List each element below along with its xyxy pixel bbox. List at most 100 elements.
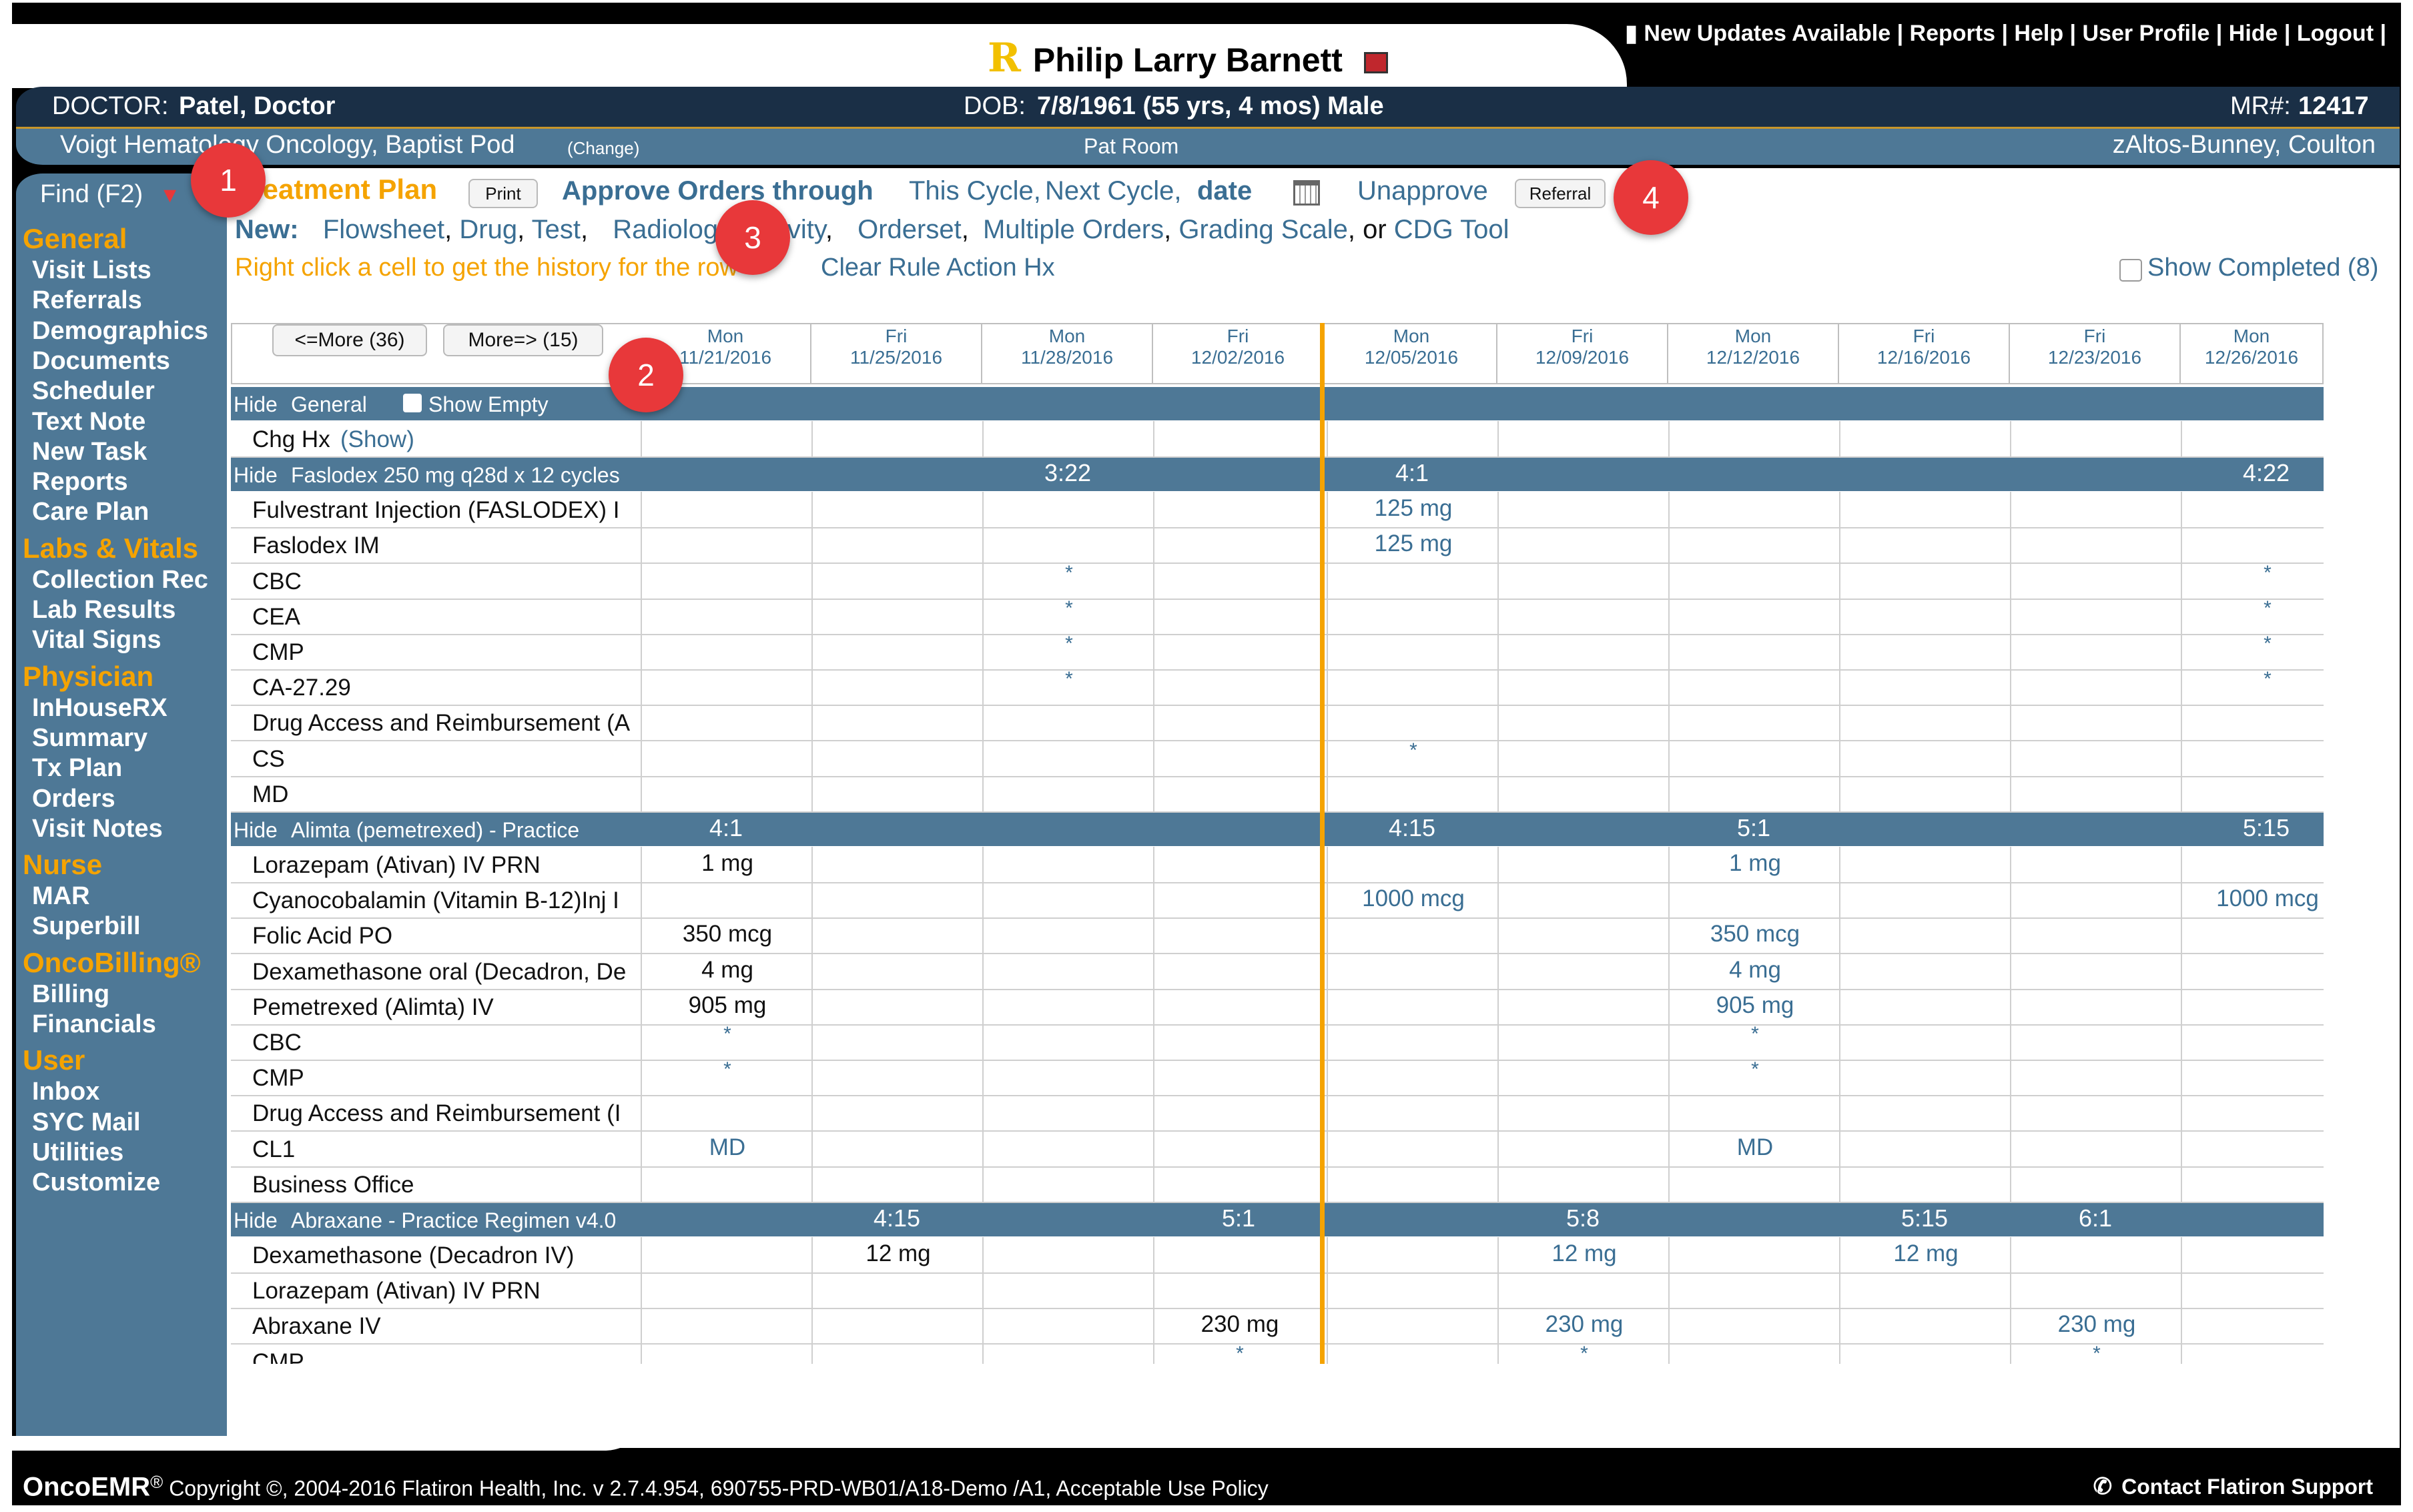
order-cell[interactable] (982, 1095, 1154, 1131)
order-cell[interactable] (982, 492, 1154, 528)
order-cell[interactable] (1327, 1095, 1499, 1131)
order-cell[interactable] (2181, 421, 2353, 456)
section-cycle-cell[interactable]: 4:15 (811, 1204, 982, 1232)
order-cell[interactable] (1839, 1130, 2011, 1166)
order-cell[interactable] (2181, 1308, 2353, 1344)
order-cell[interactable] (2181, 1237, 2353, 1272)
new-radiology-link[interactable]: Radiology (613, 215, 729, 244)
order-cell[interactable] (1153, 917, 1325, 954)
order-cell[interactable] (811, 1166, 984, 1202)
order-cell[interactable] (1327, 1166, 1499, 1202)
sidebar-item-inbox[interactable]: Inbox (32, 1078, 99, 1106)
order-cell[interactable] (1497, 1130, 1670, 1166)
order-cell[interactable] (811, 421, 984, 456)
order-cell[interactable]: 4 mg (1668, 953, 1840, 989)
order-cell[interactable] (811, 988, 984, 1024)
order-cell[interactable] (2010, 1024, 2182, 1060)
order-cell[interactable] (2181, 492, 2353, 528)
order-cell[interactable] (811, 1024, 984, 1060)
order-cell[interactable] (2010, 1130, 2182, 1166)
date-link[interactable]: date (1197, 176, 1252, 206)
order-cell[interactable] (1668, 740, 1840, 776)
order-cell[interactable] (811, 882, 984, 918)
order-cell[interactable] (811, 562, 984, 599)
order-cell[interactable]: 350 mcg (641, 917, 813, 954)
sidebar-item-billing[interactable]: Billing (32, 980, 109, 1009)
order-row[interactable]: Drug Access and Reimbursement (A (231, 705, 2324, 742)
footer-copyright[interactable]: Copyright ©, 2004-2016 Flatiron Health, … (169, 1477, 1269, 1501)
order-cell[interactable]: * (1668, 1060, 1840, 1096)
date-column-header[interactable]: Mon 12/26/2016 (2181, 323, 2324, 384)
order-cell[interactable] (1839, 562, 2011, 599)
order-cell[interactable] (811, 705, 984, 741)
order-cell[interactable] (1497, 917, 1670, 954)
hide-section-link[interactable]: Hide (234, 392, 278, 417)
order-cell[interactable] (1327, 847, 1499, 882)
order-cell[interactable]: 230 mg (1497, 1308, 1670, 1344)
order-cell[interactable] (1839, 1308, 2011, 1344)
order-cell[interactable] (1153, 1095, 1325, 1131)
order-cell[interactable] (1668, 1308, 1840, 1344)
order-cell[interactable] (1497, 669, 1670, 705)
order-cell[interactable] (1153, 1237, 1325, 1272)
order-cell[interactable] (1153, 1166, 1325, 1202)
sidebar-item-inhouserx[interactable]: InHouseRX (32, 694, 167, 723)
order-cell[interactable] (1497, 740, 1670, 776)
order-row[interactable]: Lorazepam (Ativan) IV PRN (231, 1272, 2324, 1310)
order-cell[interactable] (1327, 775, 1499, 811)
order-cell[interactable] (2181, 1272, 2353, 1308)
order-cell[interactable] (1497, 1024, 1670, 1060)
sidebar-item-visit-notes[interactable]: Visit Notes (32, 815, 163, 843)
order-cell[interactable] (811, 847, 984, 882)
order-cell[interactable] (1839, 953, 2011, 989)
order-cell[interactable]: 905 mg (1668, 988, 1840, 1024)
order-row[interactable]: CBC * * (231, 562, 2324, 600)
order-cell[interactable] (811, 1130, 984, 1166)
order-cell[interactable] (1839, 882, 2011, 918)
order-cell[interactable] (982, 917, 1154, 954)
order-cell[interactable] (811, 775, 984, 811)
order-cell[interactable] (982, 1130, 1154, 1166)
order-cell[interactable] (2181, 1095, 2353, 1131)
top-link-help[interactable]: Help (2014, 21, 2063, 46)
order-cell[interactable] (2010, 421, 2182, 456)
order-cell[interactable]: * (982, 669, 1154, 705)
order-cell[interactable] (1153, 634, 1325, 669)
order-row[interactable]: Pemetrexed (Alimta) IV 905 mg 905 mg (231, 988, 2324, 1026)
order-cell[interactable] (1497, 953, 1670, 989)
order-cell[interactable]: 12 mg (811, 1237, 984, 1272)
order-cell[interactable] (2010, 705, 2182, 741)
order-cell[interactable] (1153, 421, 1325, 456)
order-cell[interactable] (982, 1308, 1154, 1344)
top-link-reports[interactable]: Reports (1910, 21, 1995, 46)
order-row[interactable]: CMP * * (231, 634, 2324, 671)
order-cell[interactable] (1327, 1308, 1499, 1344)
change-location-link[interactable]: (Change) (567, 138, 639, 159)
section-cycle-cell[interactable]: 4:15 (1327, 814, 1497, 842)
sidebar-item-demographics[interactable]: Demographics (32, 317, 208, 346)
sidebar-item-financials[interactable]: Financials (32, 1010, 156, 1039)
date-column-header[interactable]: Mon 11/28/2016 (982, 323, 1153, 384)
order-cell[interactable] (1839, 1166, 2011, 1202)
order-cell[interactable] (1839, 917, 2011, 954)
order-cell[interactable] (1668, 1095, 1840, 1131)
section-cycle-cell[interactable]: 3:22 (982, 459, 1153, 487)
order-cell[interactable] (982, 705, 1154, 741)
sidebar-item-collection-rec[interactable]: Collection Rec (32, 566, 208, 595)
order-cell[interactable]: 4 mg (641, 953, 813, 989)
order-row[interactable]: CMP * * (231, 1060, 2324, 1097)
order-cell[interactable]: * (982, 562, 1154, 599)
order-cell[interactable] (1327, 421, 1499, 456)
order-cell[interactable] (641, 1095, 813, 1131)
section-cycle-cell[interactable]: 4:1 (1327, 459, 1497, 487)
order-cell[interactable] (641, 705, 813, 741)
order-cell[interactable] (1153, 953, 1325, 989)
order-cell[interactable] (1327, 917, 1499, 954)
order-cell[interactable] (1839, 492, 2011, 528)
order-cell[interactable] (2181, 705, 2353, 741)
order-cell[interactable] (641, 669, 813, 705)
show-history-link[interactable]: (Show) (340, 426, 414, 453)
order-cell[interactable] (811, 634, 984, 669)
order-row[interactable]: Lorazepam (Ativan) IV PRN 1 mg 1 mg (231, 847, 2324, 883)
date-column-header[interactable]: Mon 12/12/2016 (1668, 323, 1839, 384)
